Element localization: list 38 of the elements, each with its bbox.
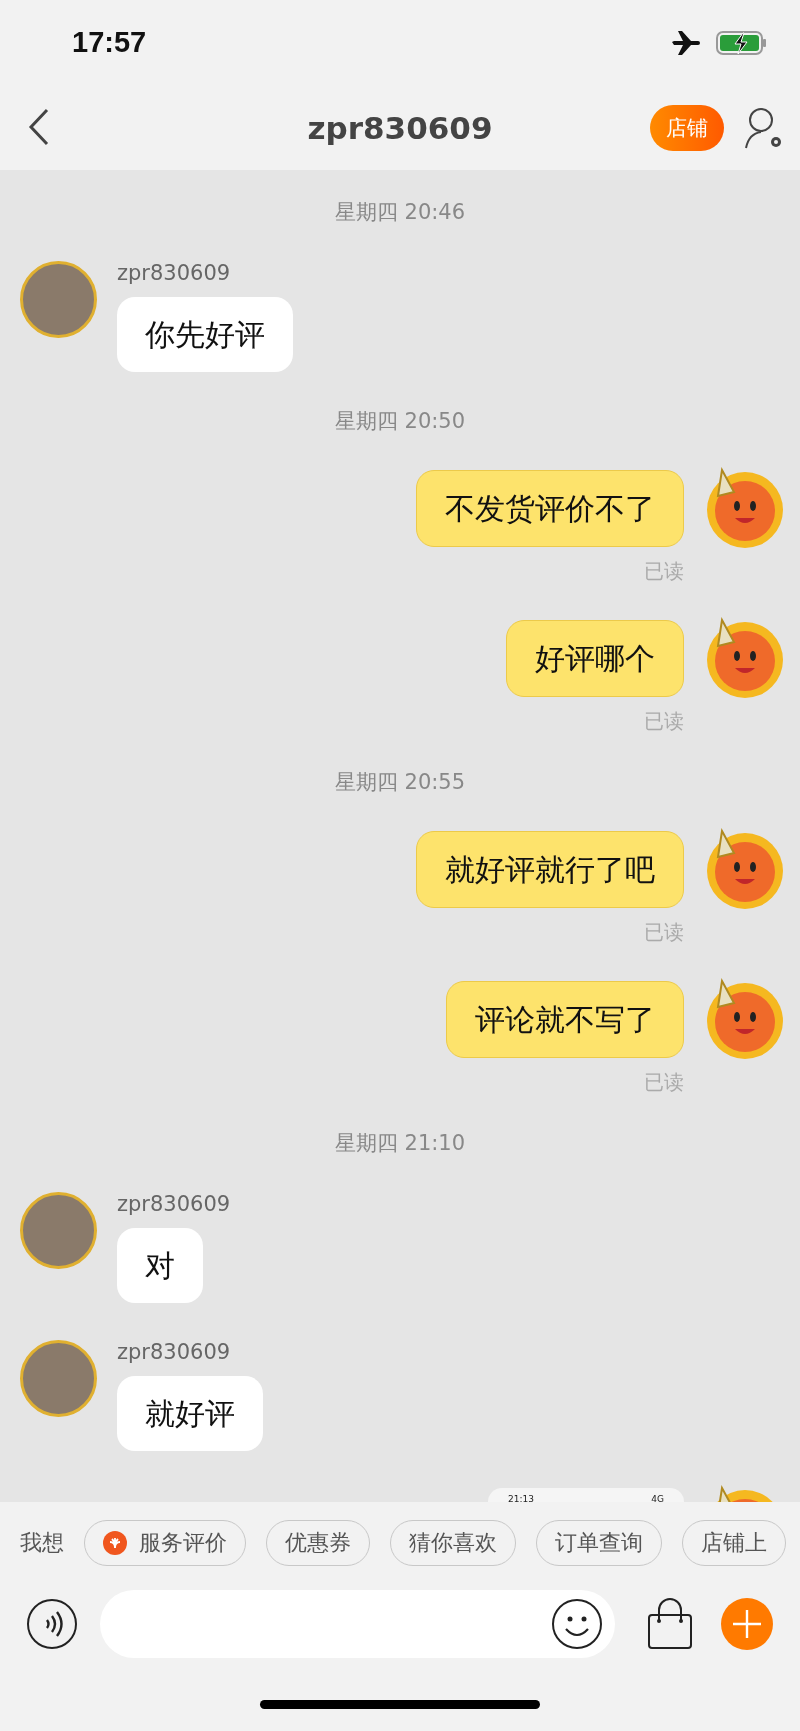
sender-name: zpr830609 bbox=[117, 1192, 231, 1216]
quick-reply-chip[interactable]: 店铺上 bbox=[682, 1520, 786, 1566]
sender-name: zpr830609 bbox=[117, 1340, 231, 1364]
voice-icon[interactable] bbox=[26, 1598, 78, 1650]
quick-reply-chip[interactable]: 猜你喜欢 bbox=[390, 1520, 516, 1566]
read-status: 已读 bbox=[644, 920, 684, 944]
message-bubble: 就好评 bbox=[117, 1376, 263, 1451]
message-bubble: 好评哪个 bbox=[506, 620, 684, 697]
shopping-bag-icon[interactable] bbox=[647, 1598, 693, 1650]
sender-name: zpr830609 bbox=[117, 261, 231, 285]
plus-icon[interactable] bbox=[721, 1598, 773, 1650]
quick-reply-label: 我想 bbox=[20, 1529, 64, 1557]
quick-reply-chip[interactable]: 优惠券 bbox=[266, 1520, 370, 1566]
image-time-text: 21:13 bbox=[508, 1494, 534, 1502]
quick-reply-chip[interactable]: 订单查询 bbox=[536, 1520, 662, 1566]
screenshot-image[interactable]: 21:13 4G bbox=[488, 1488, 684, 1502]
read-status: 已读 bbox=[644, 1070, 684, 1094]
image-network-text: 4G bbox=[651, 1494, 664, 1502]
message-bubble: 对 bbox=[117, 1228, 203, 1303]
timestamp: 星期四 20:46 bbox=[334, 200, 466, 224]
quick-reply-chip[interactable]: 服务评价 bbox=[84, 1520, 246, 1566]
status-time: 17:57 bbox=[72, 26, 147, 59]
battery-charging-icon bbox=[716, 29, 768, 56]
read-status: 已读 bbox=[644, 559, 684, 583]
timestamp: 星期四 20:55 bbox=[334, 770, 466, 794]
message-bubble: 评论就不写了 bbox=[446, 981, 684, 1058]
message-bubble: 就好评就行了吧 bbox=[416, 831, 684, 908]
flower-icon bbox=[103, 1531, 127, 1555]
airplane-icon bbox=[672, 29, 702, 56]
timestamp: 星期四 20:50 bbox=[334, 409, 466, 433]
message-bubble: 你先好评 bbox=[117, 297, 293, 372]
timestamp: 星期四 21:10 bbox=[334, 1131, 466, 1155]
chat-title: zpr830609 bbox=[307, 109, 493, 146]
back-icon bbox=[28, 107, 50, 146]
user-settings-icon[interactable] bbox=[744, 105, 784, 150]
read-status: 已读 bbox=[644, 709, 684, 733]
emoji-icon[interactable] bbox=[551, 1598, 603, 1650]
message-bubble: 不发货评价不了 bbox=[416, 470, 684, 547]
